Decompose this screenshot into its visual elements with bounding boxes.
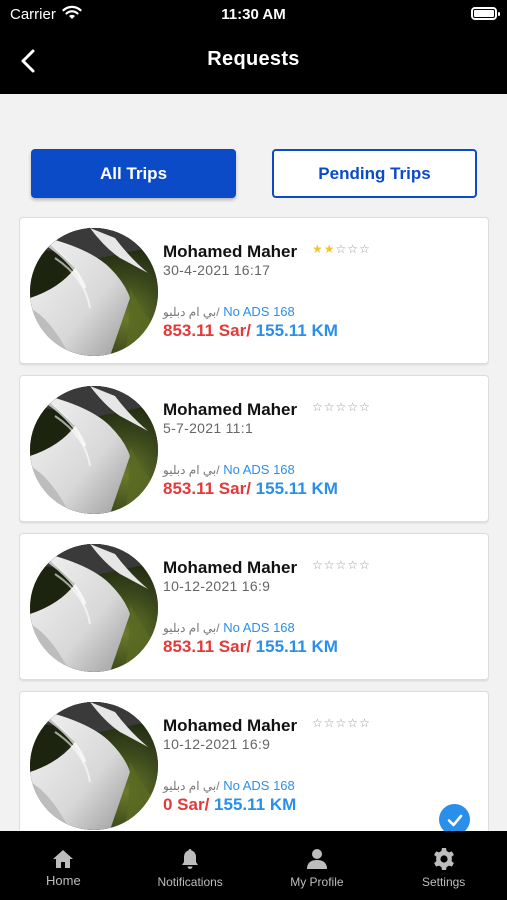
person-icon <box>306 849 327 869</box>
price: 853.11 Sar/ <box>163 479 251 498</box>
clock: 11:30 AM <box>221 6 286 23</box>
avatar <box>30 386 158 514</box>
trip-date: 5-7-2021 11:1 <box>163 420 254 436</box>
distance: 155.11 KM <box>214 795 297 814</box>
fare-info: 853.11 Sar/ 155.11 KM <box>163 479 338 499</box>
check-icon[interactable] <box>439 804 470 831</box>
trip-card[interactable]: Mohamed Maher ☆☆☆☆☆ 10-12-2021 16:9 بي ا… <box>19 691 489 831</box>
tab-all-trips[interactable]: All Trips <box>31 149 236 198</box>
star-icon: ★ <box>323 242 336 256</box>
trip-date: 10-12-2021 16:9 <box>163 736 271 752</box>
car-name: بي ام دبليو/ <box>163 621 220 635</box>
star-icon: ☆ <box>335 400 348 414</box>
bell-icon <box>182 849 199 869</box>
trip-card[interactable]: Mohamed Maher ★★☆☆☆ 30-4-2021 16:17 بي ا… <box>19 217 489 364</box>
trip-list[interactable]: Mohamed Maher ★★☆☆☆ 30-4-2021 16:17 بي ا… <box>19 215 489 831</box>
avatar <box>30 544 158 672</box>
rating-stars: ☆☆☆☆☆ <box>312 400 371 414</box>
home-icon <box>53 850 74 868</box>
price: 0 Sar/ <box>163 795 210 814</box>
plate-number: No ADS 168 <box>223 462 295 477</box>
fare-info: 853.11 Sar/ 155.11 KM <box>163 321 338 341</box>
tab-notifications[interactable]: Notifications <box>127 831 254 900</box>
star-icon: ☆ <box>323 716 336 730</box>
star-icon: ☆ <box>312 400 324 414</box>
star-icon: ☆ <box>347 400 360 414</box>
tab-settings[interactable]: Settings <box>380 831 507 900</box>
rating-stars: ☆☆☆☆☆ <box>312 558 371 572</box>
price: 853.11 Sar/ <box>163 321 251 340</box>
tab-label: Notifications <box>157 875 223 889</box>
distance: 155.11 KM <box>255 479 338 498</box>
avatar <box>30 702 158 830</box>
plate-number: No ADS 168 <box>223 778 295 793</box>
star-icon: ☆ <box>359 400 371 414</box>
car-name: بي ام دبليو/ <box>163 463 220 477</box>
driver-name: Mohamed Maher <box>163 558 298 577</box>
car-name: بي ام دبليو/ <box>163 305 220 319</box>
car-info: بي ام دبليو/ No ADS 168 <box>163 620 295 635</box>
distance: 155.11 KM <box>255 637 338 656</box>
star-icon: ☆ <box>335 242 348 256</box>
trip-card[interactable]: Mohamed Maher ☆☆☆☆☆ 10-12-2021 16:9 بي ا… <box>19 533 489 680</box>
tab-label: My Profile <box>290 875 344 889</box>
battery-icon <box>471 7 500 20</box>
car-info: بي ام دبليو/ No ADS 168 <box>163 778 295 793</box>
tab-pending-trips[interactable]: Pending Trips <box>272 149 477 198</box>
star-icon: ☆ <box>347 242 360 256</box>
avatar <box>30 228 158 356</box>
star-icon: ☆ <box>335 716 348 730</box>
price: 853.11 Sar/ <box>163 637 251 656</box>
status-bar: Carrier 11:30 AM <box>0 0 507 30</box>
nav-bar: Requests <box>0 38 507 82</box>
battery-level <box>474 10 494 17</box>
star-icon: ☆ <box>347 716 360 730</box>
star-icon: ☆ <box>359 558 371 572</box>
distance: 155.11 KM <box>255 321 338 340</box>
driver-name: Mohamed Maher <box>163 716 298 735</box>
star-icon: ★ <box>312 242 324 256</box>
rating-stars: ★★☆☆☆ <box>312 242 371 256</box>
star-icon: ☆ <box>312 558 324 572</box>
tab-label: Home <box>46 873 81 888</box>
trip-date: 30-4-2021 16:17 <box>163 262 271 278</box>
fare-info: 0 Sar/ 155.11 KM <box>163 795 296 815</box>
driver-name: Mohamed Maher <box>163 242 298 261</box>
top-bar: Carrier 11:30 AM Requests <box>0 0 507 94</box>
plate-number: No ADS 168 <box>223 620 295 635</box>
star-icon: ☆ <box>323 558 336 572</box>
rating-stars: ☆☆☆☆☆ <box>312 716 371 730</box>
tab-home[interactable]: Home <box>0 831 127 900</box>
driver-name: Mohamed Maher <box>163 400 298 419</box>
car-info: بي ام دبليو/ No ADS 168 <box>163 304 295 319</box>
tab-label: Settings <box>421 875 466 889</box>
star-icon: ☆ <box>335 558 348 572</box>
car-info: بي ام دبليو/ No ADS 168 <box>163 462 295 477</box>
page-title: Requests <box>207 48 300 70</box>
tab-my-profile[interactable]: My Profile <box>254 831 381 900</box>
star-icon: ☆ <box>312 716 324 730</box>
trip-card[interactable]: Mohamed Maher ☆☆☆☆☆ 5-7-2021 11:1 بي ام … <box>19 375 489 522</box>
trip-date: 10-12-2021 16:9 <box>163 578 271 594</box>
star-icon: ☆ <box>359 242 371 256</box>
gear-icon <box>433 848 454 870</box>
car-name: بي ام دبليو/ <box>163 779 220 793</box>
star-icon: ☆ <box>359 716 371 730</box>
plate-number: No ADS 168 <box>223 304 295 319</box>
bottom-tab-bar: Home Notifications My Profile Settings <box>0 831 507 900</box>
fare-info: 853.11 Sar/ 155.11 KM <box>163 637 338 657</box>
star-icon: ☆ <box>323 400 336 414</box>
star-icon: ☆ <box>347 558 360 572</box>
